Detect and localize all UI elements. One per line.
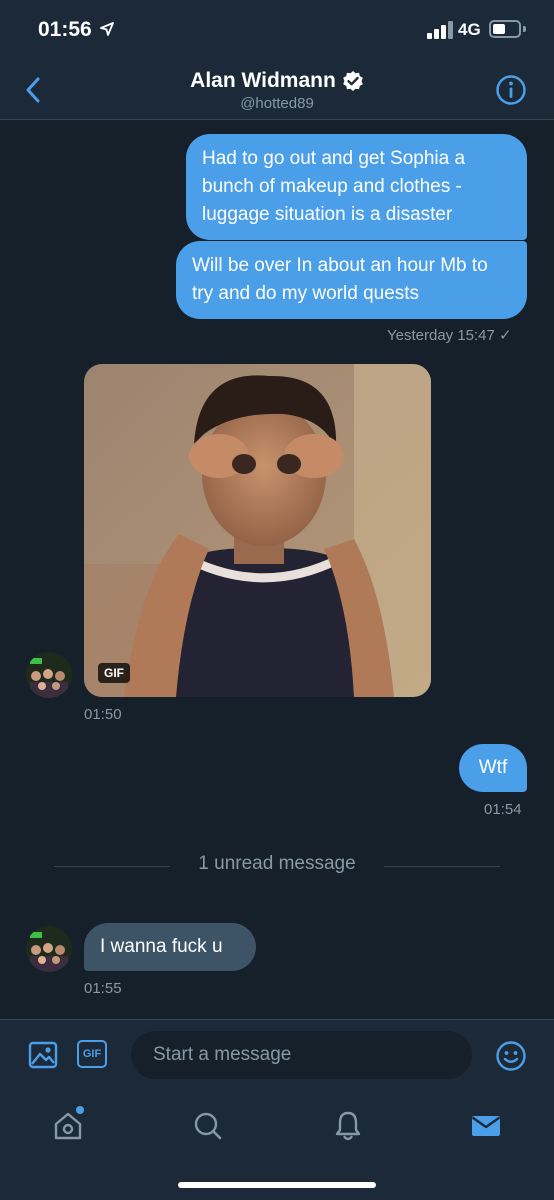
mail-icon (471, 1116, 501, 1136)
bell-icon (335, 1111, 361, 1141)
verified-badge-icon (343, 71, 363, 91)
avatar[interactable] (26, 926, 72, 972)
unread-divider-label: 1 unread message (198, 853, 356, 874)
message-timestamp: 01:55 (84, 980, 122, 997)
avatar[interactable] (26, 652, 72, 698)
search-icon (194, 1112, 222, 1140)
contact-name-row[interactable]: Alan Widmann (0, 69, 554, 93)
tab-notifications[interactable] (328, 1106, 368, 1146)
image-icon[interactable] (28, 1040, 58, 1070)
message-input[interactable] (131, 1031, 472, 1079)
gif-frame-image (84, 364, 431, 697)
signal-icon (427, 21, 453, 39)
home-indicator (178, 1182, 376, 1188)
message-timestamp: 01:50 (84, 706, 122, 723)
tab-bar (0, 1089, 554, 1200)
conversation-header: Alan Widmann @hotted89 (0, 60, 554, 120)
received-message-bubble[interactable]: I wanna fuck u (84, 923, 256, 971)
location-arrow-icon (100, 22, 114, 36)
tab-messages[interactable] (466, 1106, 506, 1146)
emoji-icon[interactable] (495, 1040, 527, 1072)
network-label: 4G (458, 20, 481, 39)
sent-message-bubble[interactable]: Had to go out and get Sophia a bunch of … (186, 134, 527, 240)
info-icon[interactable] (495, 74, 527, 106)
battery-cap (523, 26, 526, 32)
message-composer: GIF (0, 1019, 554, 1089)
message-timestamp: Yesterday 15:47 ✓ (387, 327, 512, 344)
contact-name: Alan Widmann (190, 69, 336, 92)
status-bar: 01:56 4G (0, 0, 554, 60)
tab-search[interactable] (188, 1106, 228, 1146)
tab-home[interactable] (48, 1106, 88, 1146)
gif-badge: GIF (98, 663, 130, 683)
home-icon (54, 1112, 82, 1140)
sent-message-bubble[interactable]: Will be over In about an hour Mb to try … (176, 241, 527, 319)
unread-divider-right (384, 866, 500, 867)
battery-icon (489, 20, 521, 38)
gif-icon[interactable]: GIF (77, 1040, 107, 1068)
sent-message-bubble[interactable]: Wtf (459, 744, 527, 792)
gif-message[interactable]: GIF (84, 364, 431, 697)
notification-dot (76, 1106, 84, 1114)
status-time: 01:56 (38, 18, 92, 41)
contact-handle: @hotted89 (240, 95, 314, 112)
message-timestamp: 01:54 (484, 801, 522, 818)
